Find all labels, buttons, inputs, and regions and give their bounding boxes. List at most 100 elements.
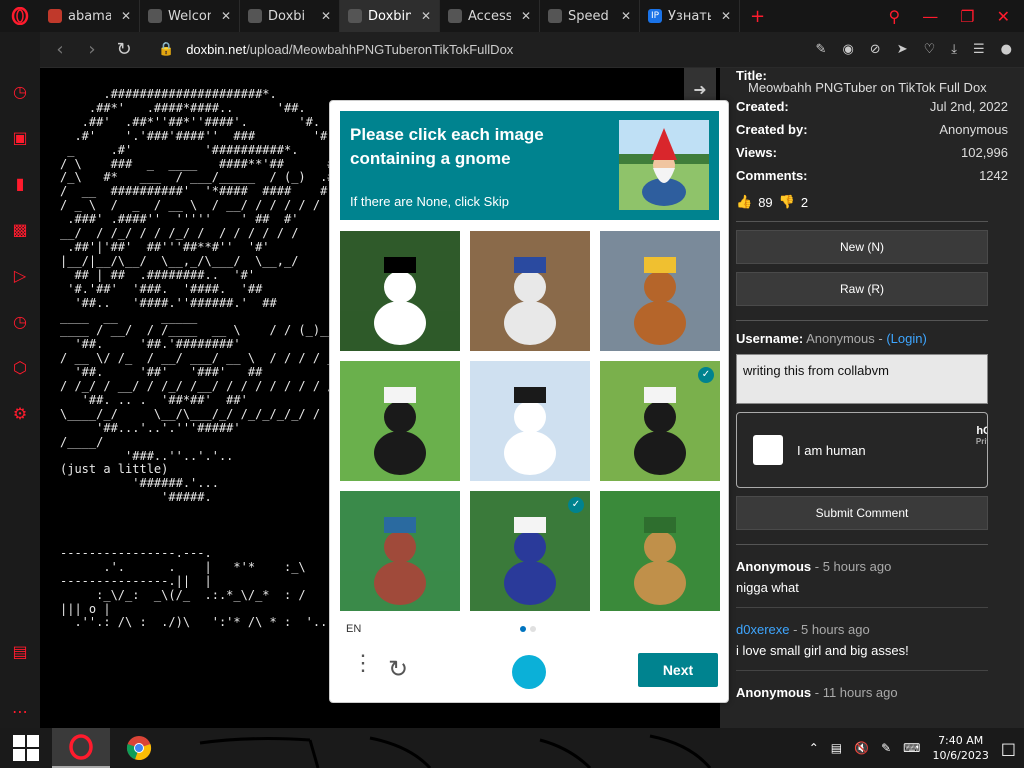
bag-icon[interactable]: ▣ bbox=[8, 128, 32, 152]
page-indicator bbox=[520, 626, 536, 632]
page-dot-active bbox=[520, 626, 526, 632]
challenge-image-9[interactable] bbox=[600, 491, 720, 611]
keyboard-icon[interactable]: ⌨ bbox=[903, 741, 920, 755]
comment-item: Anonymous - 11 hours ago bbox=[736, 685, 1008, 700]
submit-comment-button[interactable]: Submit Comment bbox=[736, 496, 988, 530]
easy-setup-icon[interactable]: ☰ bbox=[973, 42, 985, 57]
speed-dial-icon[interactable]: ◷ bbox=[8, 82, 32, 106]
comment-header: d0xerexe - 5 hours ago bbox=[736, 622, 1008, 637]
challenge-image-8[interactable]: ✓ bbox=[470, 491, 590, 611]
close-tab-icon[interactable]: ✕ bbox=[321, 9, 331, 23]
thumbs-up-icon[interactable]: 👍 bbox=[736, 194, 752, 210]
gamepad-icon bbox=[48, 9, 62, 23]
edit-icon[interactable]: ✎ bbox=[816, 42, 827, 57]
challenge-subtext: If there are None, click Skip bbox=[350, 194, 509, 209]
tab-0[interactable]: abama D ✕ bbox=[40, 0, 140, 32]
created-label: Created: bbox=[736, 99, 789, 114]
camera-icon[interactable]: ◉ bbox=[842, 42, 853, 57]
heart-icon[interactable]: ♡ bbox=[924, 42, 936, 57]
challenge-image-1[interactable] bbox=[340, 231, 460, 351]
windows-logo-icon bbox=[13, 735, 39, 761]
challenge-image-3[interactable] bbox=[600, 231, 720, 351]
opera-sidebar: ◷ ▣ ▮ ▩ ▷ ◷ ⬡ ⚙ ▤ ⋯ bbox=[0, 32, 40, 732]
paste-title: Meowbahh PNGTuber on TikTok Full Dox bbox=[748, 80, 987, 95]
comment-time: - 5 hours ago bbox=[793, 622, 870, 637]
tab-5[interactable]: Speed D ✕ bbox=[540, 0, 640, 32]
system-tray: ⌃ ▤ 🔇 ✎ ⌨ 7:40 AM 10/6/2023 □ bbox=[809, 733, 1024, 763]
restore-icon[interactable]: ❐ bbox=[960, 7, 974, 26]
minimize-icon[interactable]: — bbox=[922, 7, 938, 26]
play-icon[interactable]: ▷ bbox=[8, 266, 32, 290]
chevron-up-icon[interactable]: ⌃ bbox=[809, 741, 819, 755]
forward-icon[interactable]: › bbox=[76, 39, 108, 60]
tab-3[interactable]: Doxbin - ✕ bbox=[340, 0, 440, 32]
address-bar-actions: ✎ ◉ ⊘ ➤ ♡ ⤓ ☰ ● bbox=[816, 42, 1024, 57]
challenge-image-7[interactable] bbox=[340, 491, 460, 611]
close-tab-icon[interactable]: ✕ bbox=[121, 9, 131, 23]
challenge-image-6[interactable]: ✓ bbox=[600, 361, 720, 481]
globe-icon bbox=[348, 9, 362, 23]
cube-icon[interactable]: ⬡ bbox=[8, 358, 32, 382]
challenge-image-5[interactable] bbox=[470, 361, 590, 481]
tab-4[interactable]: Access D ✕ bbox=[440, 0, 540, 32]
challenge-image-4[interactable] bbox=[340, 361, 460, 481]
comment-author[interactable]: d0xerexe bbox=[736, 622, 789, 637]
username-label: Username: bbox=[736, 331, 804, 346]
close-tab-icon[interactable]: ✕ bbox=[721, 9, 731, 23]
clock[interactable]: 7:40 AM 10/6/2023 bbox=[932, 733, 988, 763]
tab-1[interactable]: Welcome ✕ bbox=[140, 0, 240, 32]
network-icon[interactable]: ▤ bbox=[831, 741, 842, 755]
lock-icon[interactable]: 🔒 bbox=[158, 42, 174, 57]
taskbar-opera[interactable] bbox=[52, 728, 110, 768]
profile-icon[interactable]: ● bbox=[1001, 42, 1012, 57]
comment-time: - 5 hours ago bbox=[814, 559, 892, 574]
notifications-icon[interactable]: □ bbox=[1001, 739, 1016, 758]
chip-icon[interactable]: ▩ bbox=[8, 220, 32, 244]
close-tab-icon[interactable]: ✕ bbox=[221, 9, 231, 23]
download-icon[interactable]: ⤓ bbox=[951, 42, 957, 57]
close-tab-icon[interactable]: ✕ bbox=[521, 9, 531, 23]
new-tab-button[interactable]: + bbox=[740, 6, 775, 27]
menu-dots-icon[interactable]: ⋮ bbox=[352, 652, 374, 674]
challenge-image-2[interactable] bbox=[470, 231, 590, 351]
more-icon[interactable]: ⋯ bbox=[8, 702, 32, 726]
divider bbox=[736, 544, 988, 545]
opera-menu-button[interactable] bbox=[0, 0, 40, 32]
back-icon[interactable]: ‹ bbox=[44, 39, 76, 60]
login-link[interactable]: (Login) bbox=[886, 331, 926, 346]
reload-icon[interactable]: ↻ bbox=[108, 39, 140, 60]
accessibility-hand-icon[interactable] bbox=[512, 655, 546, 689]
captcha-checkbox[interactable] bbox=[753, 435, 783, 465]
tab-6[interactable]: IP Узнать IP ✕ bbox=[640, 0, 740, 32]
created-by-label: Created by: bbox=[736, 122, 808, 137]
close-tab-icon[interactable]: ✕ bbox=[621, 9, 631, 23]
send-icon[interactable]: ➤ bbox=[897, 42, 908, 57]
taskbar-chrome[interactable] bbox=[110, 728, 168, 768]
window-controls: ⚲ — ❐ ✕ bbox=[889, 7, 1024, 26]
pen-icon[interactable]: ✎ bbox=[881, 741, 891, 755]
block-icon[interactable]: ⊘ bbox=[870, 42, 881, 57]
tab-2[interactable]: Doxbi ✕ bbox=[240, 0, 340, 32]
search-icon[interactable]: ⚲ bbox=[889, 7, 901, 26]
challenge-image-art bbox=[470, 231, 590, 351]
gallery-icon[interactable]: ▤ bbox=[8, 642, 32, 666]
raw-button[interactable]: Raw (R) bbox=[736, 272, 988, 306]
challenge-footer: ⋮ ↻ Next bbox=[330, 649, 730, 703]
start-button[interactable] bbox=[0, 728, 52, 768]
history-icon[interactable]: ◷ bbox=[8, 312, 32, 336]
refresh-icon[interactable]: ↻ bbox=[388, 655, 408, 684]
challenge-header: Please click each image containing a gno… bbox=[340, 111, 719, 220]
volume-muted-icon[interactable]: 🔇 bbox=[854, 741, 869, 755]
new-paste-button[interactable]: New (N) bbox=[736, 230, 988, 264]
url-field[interactable]: doxbin.net/upload/MeowbahhPNGTuberonTikT… bbox=[186, 42, 513, 57]
comment-textarea[interactable]: writing this from collabvm bbox=[736, 354, 988, 404]
captcha-privacy[interactable]: Priv bbox=[976, 437, 987, 446]
close-icon[interactable]: ✕ bbox=[997, 7, 1010, 26]
next-button[interactable]: Next bbox=[638, 653, 718, 687]
close-tab-icon[interactable]: ✕ bbox=[421, 9, 431, 23]
twitch-icon[interactable]: ▮ bbox=[8, 174, 32, 198]
language-selector[interactable]: EN bbox=[346, 623, 361, 635]
settings-icon[interactable]: ⚙ bbox=[8, 404, 32, 428]
thumbs-down-icon[interactable]: 👎 bbox=[779, 194, 795, 210]
hcaptcha-brand: hCPriv bbox=[976, 425, 987, 446]
